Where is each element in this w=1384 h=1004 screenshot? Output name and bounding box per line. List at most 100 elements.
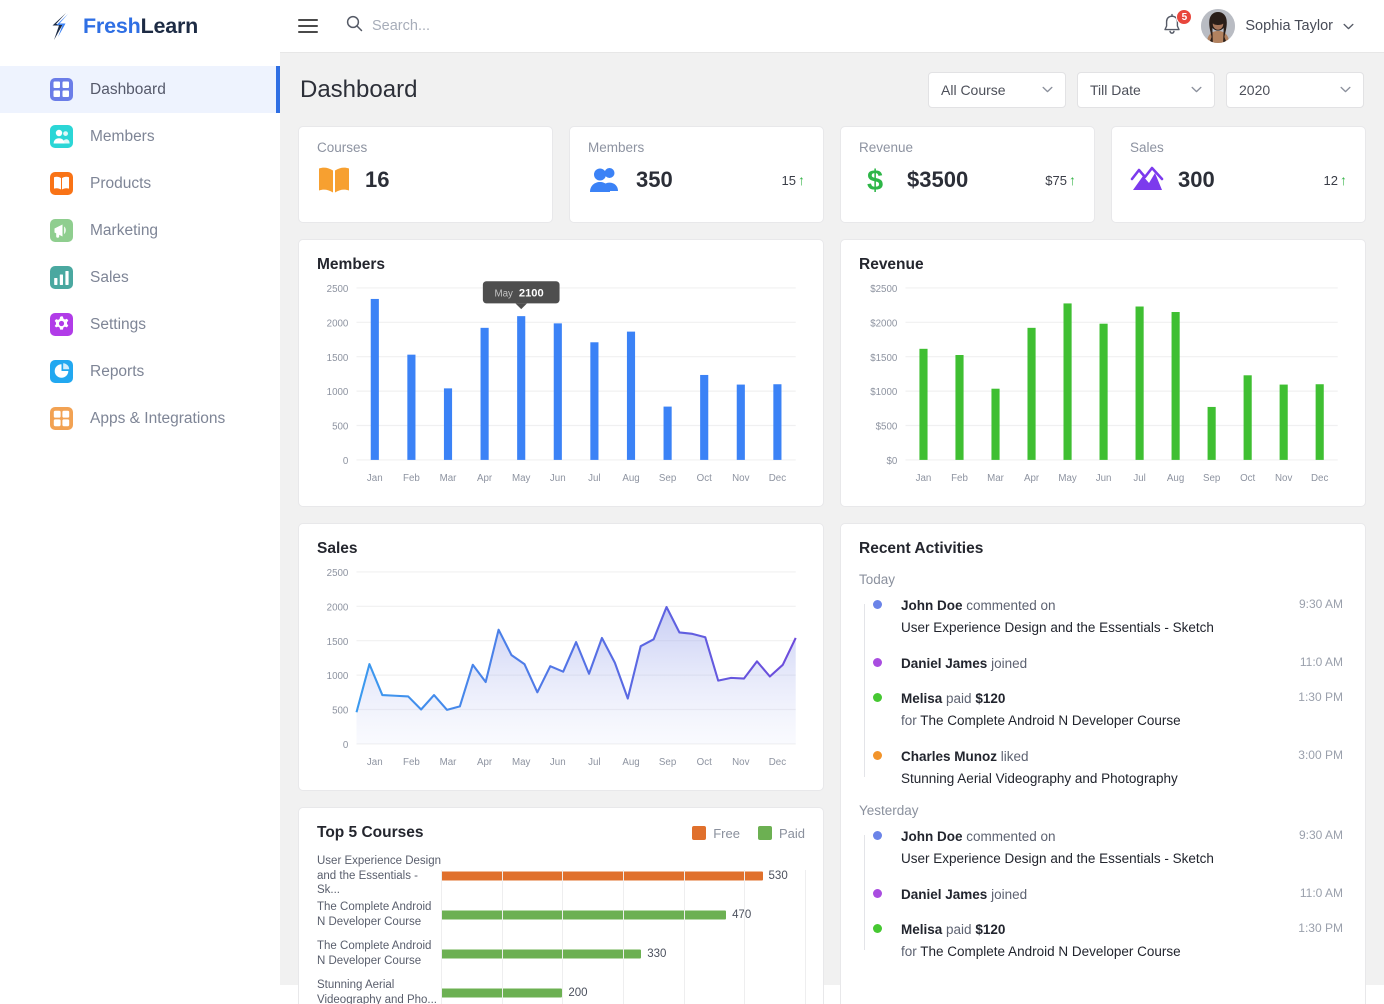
sidebar-item-products[interactable]: Products: [0, 160, 280, 207]
stat-cards: Courses16Members35015↑Revenue$$3500$75↑S…: [298, 126, 1366, 223]
brand-logo[interactable]: FreshLearn: [0, 0, 280, 52]
book-icon: [50, 172, 73, 195]
sidebar-item-label: Settings: [90, 316, 146, 334]
activity-action: joined: [987, 887, 1027, 902]
activity-item: John Doe commented onUser Experience Des…: [873, 827, 1347, 869]
sidebar-item-label: Products: [90, 175, 151, 193]
activity-detail: for The Complete Android N Developer Cou…: [901, 942, 1347, 962]
svg-text:Oct: Oct: [1240, 473, 1255, 484]
activity-detail-text: The Complete Android N Developer Course: [920, 944, 1180, 959]
svg-text:Aug: Aug: [622, 757, 639, 768]
bar: [919, 349, 927, 460]
sidebar-item-reports[interactable]: Reports: [0, 348, 280, 395]
svg-text:Dec: Dec: [769, 473, 786, 484]
chevron-down-icon: [1191, 86, 1202, 93]
stat-row: 16: [317, 165, 534, 195]
stat-delta: $75↑: [1045, 172, 1076, 188]
bar: [1136, 307, 1144, 460]
sidebar-item-apps-integrations[interactable]: Apps & Integrations: [0, 395, 280, 442]
activity-detail-prefix: for: [901, 713, 920, 728]
svg-text:$0: $0: [886, 456, 897, 467]
stat-row: 30012↑: [1130, 165, 1347, 195]
sidebar-item-sales[interactable]: Sales: [0, 254, 280, 301]
avatar: [1201, 9, 1235, 43]
svg-text:$2000: $2000: [870, 318, 898, 329]
search-box[interactable]: [346, 15, 592, 37]
sidebar-item-marketing[interactable]: Marketing: [0, 207, 280, 254]
svg-text:Sep: Sep: [1203, 473, 1221, 484]
stat-card-sales: Sales30012↑: [1111, 126, 1366, 223]
stat-row: 35015↑: [588, 165, 805, 195]
sidebar-item-dashboard[interactable]: Dashboard: [0, 66, 280, 113]
bar: [481, 328, 489, 460]
activity-dot-icon: [873, 658, 882, 667]
svg-text:Jul: Jul: [588, 757, 600, 768]
chevron-down-icon: [1042, 86, 1053, 93]
svg-text:Feb: Feb: [403, 757, 420, 768]
stat-card-courses: Courses16: [298, 126, 553, 223]
sidebar-item-members[interactable]: Members: [0, 113, 280, 160]
svg-text:0: 0: [343, 740, 349, 751]
svg-text:Feb: Feb: [951, 473, 968, 484]
bar: [991, 389, 999, 460]
stat-value: 16: [365, 167, 389, 193]
sales-chart: 05001000150020002500JanFebMarAprMayJunJu…: [317, 558, 805, 774]
user-menu[interactable]: Sophia Taylor: [1201, 9, 1354, 43]
svg-text:1000: 1000: [327, 387, 349, 398]
revenue-chart-svg: $0$500$1000$1500$2000$2500JanFebMarAprMa…: [859, 274, 1347, 490]
notifications-button[interactable]: 5: [1161, 13, 1185, 39]
course-value: 530: [769, 870, 788, 882]
course-filter[interactable]: All Course: [928, 72, 1066, 108]
revenue-panel-title: Revenue: [859, 256, 1347, 274]
members-panel-title: Members: [317, 256, 805, 274]
activity-time: 9:30 AM: [1299, 828, 1343, 842]
activity-summary: Daniel James joined: [901, 654, 1347, 674]
activity-dot-icon: [873, 831, 882, 840]
sidebar-item-settings[interactable]: Settings: [0, 301, 280, 348]
top-course-row: The Complete Android N Developer Course3…: [317, 934, 805, 973]
hamburger-icon[interactable]: [298, 19, 318, 33]
bar-chart-icon: [50, 266, 73, 289]
stat-value: 350: [636, 167, 673, 193]
activity-actor: John Doe: [901, 829, 963, 844]
activity-item: Charles Munoz likedStunning Aerial Video…: [873, 747, 1347, 789]
svg-text:1000: 1000: [327, 671, 349, 682]
mountain-icon: [1130, 165, 1164, 195]
activity-time: 1:30 PM: [1298, 690, 1343, 704]
activity-dot-icon: [873, 924, 882, 933]
svg-text:Aug: Aug: [1167, 473, 1184, 484]
svg-text:Oct: Oct: [697, 473, 712, 484]
legend-swatch: [692, 826, 706, 840]
svg-text:Mar: Mar: [440, 757, 458, 768]
activity-action: paid: [942, 922, 975, 937]
activity-action: commented on: [963, 598, 1056, 613]
bar: [371, 299, 379, 460]
freshlearn-logo-icon: [50, 13, 74, 40]
activity-summary: Charles Munoz liked: [901, 747, 1347, 767]
svg-text:Mar: Mar: [987, 473, 1005, 484]
svg-text:Dec: Dec: [1311, 473, 1328, 484]
search-input[interactable]: [372, 18, 592, 34]
activity-summary: John Doe commented on: [901, 596, 1347, 616]
legend-item: Paid: [758, 826, 805, 841]
svg-text:Apr: Apr: [1024, 473, 1040, 484]
svg-text:Apr: Apr: [477, 757, 493, 768]
sidebar-item-label: Marketing: [90, 222, 158, 240]
activity-list: John Doe commented on User Experience Des…: [859, 596, 1347, 789]
svg-text:Jun: Jun: [550, 473, 566, 484]
stat-label: Revenue: [859, 140, 1076, 155]
year-filter[interactable]: 2020: [1226, 72, 1364, 108]
svg-text:2000: 2000: [327, 603, 349, 614]
arrow-up-icon: ↑: [1340, 172, 1347, 188]
date-filter[interactable]: Till Date: [1077, 72, 1215, 108]
svg-text:Feb: Feb: [403, 473, 420, 484]
bar: [444, 388, 452, 460]
activity-amount: $120: [975, 691, 1005, 706]
sidebar-nav: DashboardMembers Products Marketing Sales Se…: [0, 66, 280, 442]
filter-group: All Course Till Date 2020: [928, 72, 1364, 108]
brand-learn: Learn: [141, 14, 199, 38]
bar: [1244, 375, 1252, 460]
course-bar: [441, 988, 562, 997]
activity-detail-text: User Experience Design and the Essential…: [901, 620, 1214, 635]
svg-text:2000: 2000: [327, 318, 349, 329]
